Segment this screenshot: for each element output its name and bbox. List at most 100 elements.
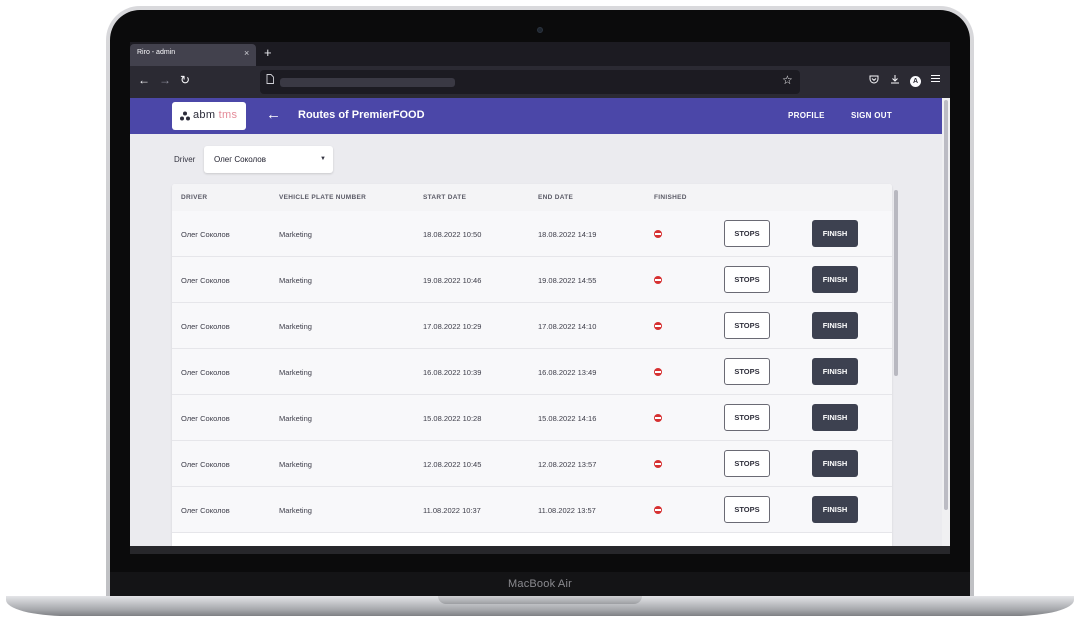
logo[interactable]: abm tms xyxy=(172,102,246,130)
driver-select[interactable]: Олег Соколов ▼ xyxy=(204,146,333,173)
chevron-down-icon: ▼ xyxy=(320,156,326,162)
close-tab-icon[interactable]: × xyxy=(244,48,249,58)
no-entry-icon xyxy=(654,460,662,468)
camera-icon xyxy=(537,27,543,33)
cell-plate: Marketing xyxy=(279,506,312,515)
cell-driver: Олег Соколов xyxy=(181,322,230,331)
cell-plate: Marketing xyxy=(279,368,312,377)
no-entry-icon xyxy=(654,230,662,238)
table-row: Олег Соколов Marketing 16.08.2022 10:39 16.… xyxy=(172,349,892,395)
tab-title: Riro - admin xyxy=(137,49,176,56)
back-icon[interactable]: ← xyxy=(138,73,150,87)
finish-button[interactable]: FINISH xyxy=(812,358,858,385)
cell-start-date: 15.08.2022 10:28 xyxy=(423,414,482,423)
stops-button[interactable]: STOPS xyxy=(724,404,770,431)
cell-start-date: 12.08.2022 10:45 xyxy=(423,460,482,469)
no-entry-icon xyxy=(654,414,662,422)
browser-window: Riro - admin × + ← → ↻ ☆ A abm tms ← Rou… xyxy=(130,42,950,554)
cell-driver: Олег Соколов xyxy=(181,506,230,515)
cell-start-date: 19.08.2022 10:46 xyxy=(423,276,482,285)
cell-plate: Marketing xyxy=(279,230,312,239)
cell-end-date: 11.08.2022 13:57 xyxy=(538,506,596,515)
sign-out-link[interactable]: SIGN OUT xyxy=(851,111,892,120)
cell-driver: Олег Соколов xyxy=(181,460,230,469)
cell-driver: Олег Соколов xyxy=(181,414,230,423)
routes-table: DRIVER VEHICLE PLATE NUMBER START DATE E… xyxy=(172,184,892,554)
stops-button[interactable]: STOPS xyxy=(724,358,770,385)
cell-plate: Marketing xyxy=(279,414,312,423)
table-row: Олег Соколов Marketing 18.08.2022 10:50 18.… xyxy=(172,211,892,257)
finish-button[interactable]: FINISH xyxy=(812,312,858,339)
stops-button[interactable]: STOPS xyxy=(724,312,770,339)
cell-start-date: 16.08.2022 10:39 xyxy=(423,368,482,377)
profile-link[interactable]: PROFILE xyxy=(788,111,825,120)
menu-icon[interactable] xyxy=(931,74,940,86)
cell-end-date: 16.08.2022 13:49 xyxy=(538,368,597,377)
table-row: Олег Соколов Marketing 12.08.2022 10:45 12.… xyxy=(172,441,892,487)
no-entry-icon xyxy=(654,322,662,330)
finish-button[interactable]: FINISH xyxy=(812,450,858,477)
logo-text: abm tms xyxy=(193,109,238,121)
address-bar[interactable]: ☆ xyxy=(260,70,800,94)
table-row: Олег Соколов Marketing 15.08.2022 10:28 15.… xyxy=(172,395,892,441)
no-entry-icon xyxy=(654,276,662,284)
star-icon[interactable]: ☆ xyxy=(782,73,793,87)
cell-driver: Олег Соколов xyxy=(181,368,230,377)
finish-button[interactable]: FINISH xyxy=(812,404,858,431)
no-entry-icon xyxy=(654,368,662,376)
pocket-icon[interactable] xyxy=(869,74,879,87)
browser-tab[interactable]: Riro - admin × xyxy=(130,44,256,66)
column-header-start-date: START DATE xyxy=(423,194,467,201)
download-icon[interactable] xyxy=(890,74,900,87)
cell-driver: Олег Соколов xyxy=(181,276,230,285)
laptop-notch xyxy=(438,596,642,604)
page-title: Routes of PremierFOOD xyxy=(298,109,425,121)
cell-end-date: 12.08.2022 13:57 xyxy=(538,460,597,469)
stops-button[interactable]: STOPS xyxy=(724,496,770,523)
column-header-plate: VEHICLE PLATE NUMBER xyxy=(279,194,367,201)
account-icon[interactable]: A xyxy=(910,76,921,87)
finish-button[interactable]: FINISH xyxy=(812,266,858,293)
logo-mark-icon xyxy=(180,111,190,121)
table-row: Олег Соколов Marketing 17.08.2022 10:29 17.… xyxy=(172,303,892,349)
stops-button[interactable]: STOPS xyxy=(724,266,770,293)
table-scrollbar[interactable] xyxy=(894,190,898,376)
driver-filter-label: Driver xyxy=(174,155,196,164)
driver-select-value: Олег Соколов xyxy=(214,155,266,164)
app-header: abm tms ← Routes of PremierFOOD PROFILE … xyxy=(130,98,942,134)
finish-button[interactable]: FINISH xyxy=(812,496,858,523)
cell-driver: Олег Соколов xyxy=(181,230,230,239)
table-header: DRIVER VEHICLE PLATE NUMBER START DATE E… xyxy=(172,184,892,211)
finish-button[interactable]: FINISH xyxy=(812,220,858,247)
column-header-end-date: END DATE xyxy=(538,194,574,201)
cell-start-date: 18.08.2022 10:50 xyxy=(423,230,482,239)
blurred-url xyxy=(280,78,455,87)
cell-start-date: 11.08.2022 10:37 xyxy=(423,506,481,515)
stops-button[interactable]: STOPS xyxy=(724,450,770,477)
cell-plate: Marketing xyxy=(279,276,312,285)
reload-icon[interactable]: ↻ xyxy=(180,73,190,87)
page-scrollbar[interactable] xyxy=(942,98,950,554)
tab-bar: Riro - admin × + xyxy=(130,42,950,66)
cell-plate: Marketing xyxy=(279,460,312,469)
column-header-finished: FINISHED xyxy=(654,194,687,201)
no-entry-icon xyxy=(654,506,662,514)
new-tab-icon[interactable]: + xyxy=(264,45,272,60)
device-label: MacBook Air xyxy=(508,578,572,590)
app-page: abm tms ← Routes of PremierFOOD PROFILE … xyxy=(130,98,950,554)
cell-end-date: 18.08.2022 14:19 xyxy=(538,230,597,239)
cell-plate: Marketing xyxy=(279,322,312,331)
cell-start-date: 17.08.2022 10:29 xyxy=(423,322,482,331)
browser-toolbar: ← → ↻ ☆ A xyxy=(130,66,950,98)
cell-end-date: 19.08.2022 14:55 xyxy=(538,276,597,285)
stops-button[interactable]: STOPS xyxy=(724,220,770,247)
page-icon xyxy=(266,74,274,87)
back-arrow-icon[interactable]: ← xyxy=(266,106,281,123)
screen-bottom-edge xyxy=(130,546,950,554)
page-scroll-thumb[interactable] xyxy=(944,100,948,510)
forward-icon[interactable]: → xyxy=(159,73,171,87)
cell-end-date: 15.08.2022 14:16 xyxy=(538,414,597,423)
column-header-driver: DRIVER xyxy=(181,194,208,201)
cell-end-date: 17.08.2022 14:10 xyxy=(538,322,597,331)
table-row: Олег Соколов Marketing 11.08.2022 10:37 11.… xyxy=(172,487,892,533)
